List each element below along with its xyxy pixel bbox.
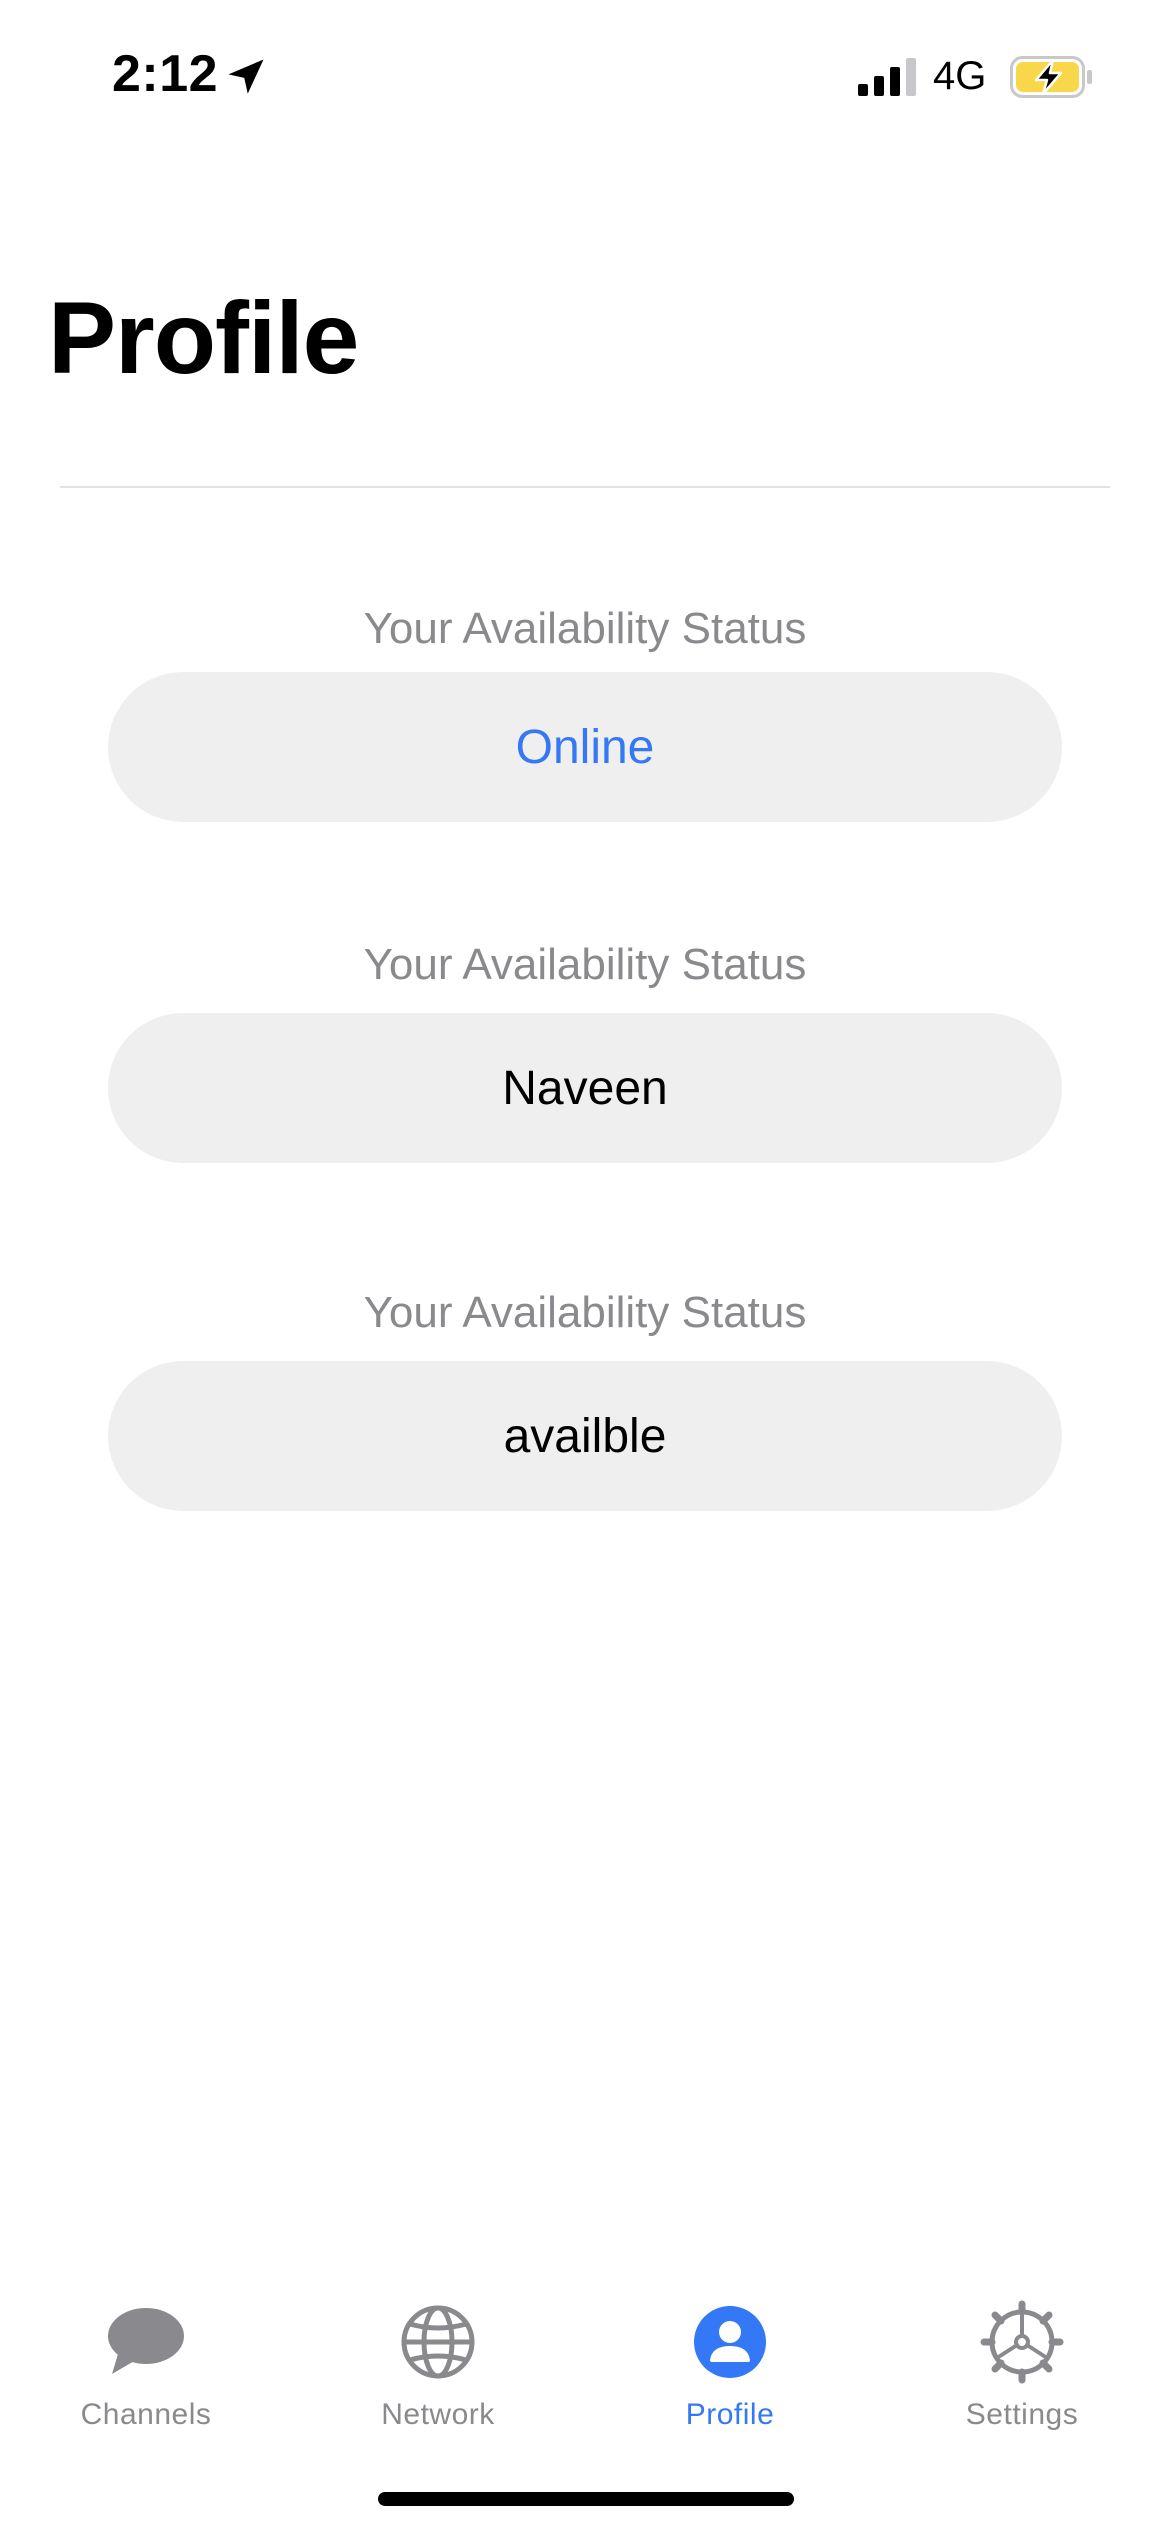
tab-settings[interactable]: Settings: [876, 2280, 1168, 2440]
chat-bubble-icon: [108, 2308, 184, 2374]
tab-label-channels: Channels: [80, 2398, 212, 2431]
page-title: Profile: [48, 281, 359, 395]
availability-message-field[interactable]: availble: [108, 1361, 1062, 1511]
tab-label-profile: Profile: [685, 2398, 775, 2431]
tab-network[interactable]: Network: [292, 2280, 584, 2440]
title-divider: [60, 486, 1110, 488]
tab-channels[interactable]: Channels: [0, 2280, 292, 2440]
network-type-label: 4G: [933, 54, 987, 98]
availability-status-label: Your Availability Status: [363, 604, 807, 653]
globe-icon: [401, 2305, 475, 2379]
tab-profile[interactable]: Profile: [584, 2280, 876, 2440]
person-icon: [694, 2306, 766, 2378]
tab-bar: Channels Network Profile Settings: [0, 2280, 1170, 2480]
status-time: 2:12: [112, 45, 219, 103]
availability-status-label: Your Availability Status: [363, 1288, 807, 1337]
availability-status-button[interactable]: Online: [108, 672, 1062, 822]
cellular-signal-icon: [858, 58, 916, 96]
gear-icon: [980, 2300, 1064, 2384]
location-arrow-icon: [228, 59, 264, 94]
availability-status-label: Your Availability Status: [363, 940, 807, 989]
availability-name-field[interactable]: Naveen: [108, 1013, 1062, 1163]
profile-screen: 2:12 4G Profile Your Availability Status…: [0, 0, 1170, 2532]
status-bar: 2:12 4G: [0, 0, 1170, 150]
battery-charging-icon: [1010, 56, 1092, 98]
home-indicator[interactable]: [378, 2492, 794, 2506]
tab-label-network: Network: [381, 2398, 495, 2431]
tab-label-settings: Settings: [965, 2398, 1079, 2431]
